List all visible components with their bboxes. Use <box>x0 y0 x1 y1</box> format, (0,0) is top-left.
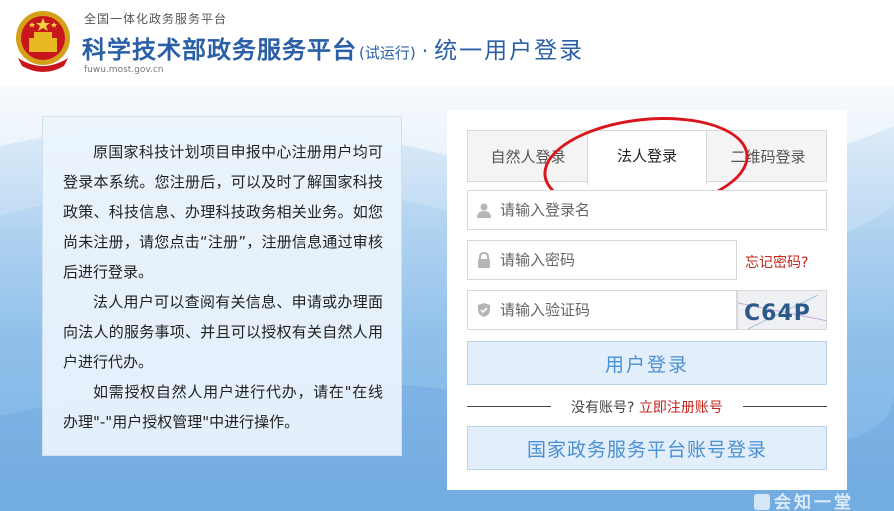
page-title: 科学技术部政务服务平台 (试运行) · 统一用户登录 <box>82 30 584 65</box>
captcha-field[interactable] <box>467 290 737 330</box>
tab-legal-person[interactable]: 法人登录 <box>587 131 707 185</box>
tab-natural-person[interactable]: 自然人登录 <box>468 131 588 183</box>
forgot-password-link[interactable]: 忘记密码? <box>745 252 808 272</box>
captcha-input[interactable] <box>500 291 720 329</box>
password-field[interactable] <box>467 240 737 280</box>
title-extra: 统一用户登录 <box>434 38 585 64</box>
user-icon <box>477 203 491 218</box>
username-input[interactable] <box>500 191 720 229</box>
domain-label: fuwu.most.gov.cn <box>84 65 164 75</box>
lock-icon <box>478 252 490 268</box>
register-divider: 没有账号? 立即注册账号 <box>467 396 827 416</box>
title-sub: (试运行) <box>359 44 416 62</box>
login-tabs: 自然人登录 法人登录 二维码登录 <box>467 130 828 185</box>
captcha-image[interactable]: C64P <box>737 290 827 330</box>
national-emblem-icon <box>16 11 70 72</box>
info-paragraph: 法人用户可以查阅有关信息、申请或办理面向法人的服务事项、并且可以授权有关自然人用… <box>63 293 383 371</box>
info-paragraph: 原国家科技计划项目申报中心注册用户均可登录本系统。您注册后，可以及时了解国家科技… <box>63 143 383 281</box>
gov-platform-login-button[interactable]: 国家政务服务平台账号登录 <box>467 426 827 470</box>
shield-check-icon <box>478 303 490 317</box>
platform-label: 全国一体化政务服务平台 <box>84 12 228 26</box>
no-account-text: 没有账号? <box>571 400 635 416</box>
register-link[interactable]: 立即注册账号 <box>639 400 723 416</box>
info-card: 原国家科技计划项目申报中心注册用户均可登录本系统。您注册后，可以及时了解国家科技… <box>42 116 402 456</box>
title-separator: · <box>421 39 429 63</box>
captcha-graphic: C64P <box>738 294 826 329</box>
watermark-text: 会知一堂 <box>774 493 854 511</box>
register-prompt: 没有账号? 立即注册账号 <box>467 397 827 417</box>
username-field[interactable] <box>467 190 827 230</box>
watermark: 会知一堂 <box>754 488 854 511</box>
password-input[interactable] <box>500 241 720 279</box>
title-main: 科学技术部政务服务平台 <box>82 36 357 64</box>
login-button[interactable]: 用户登录 <box>467 341 827 385</box>
captcha-text: C64P <box>744 301 811 326</box>
tab-qrcode[interactable]: 二维码登录 <box>708 131 828 183</box>
info-paragraph: 如需授权自然人用户进行代办，请在"在线办理"-"用户授权管理"中进行操作。 <box>63 383 383 431</box>
login-panel: 自然人登录 法人登录 二维码登录 忘记密码? C64P 用户登录 <box>447 107 847 490</box>
watermark-logo-icon <box>754 494 770 510</box>
page-header: 全国一体化政务服务平台 科学技术部政务服务平台 (试运行) · 统一用户登录 fuwu… <box>0 0 894 86</box>
